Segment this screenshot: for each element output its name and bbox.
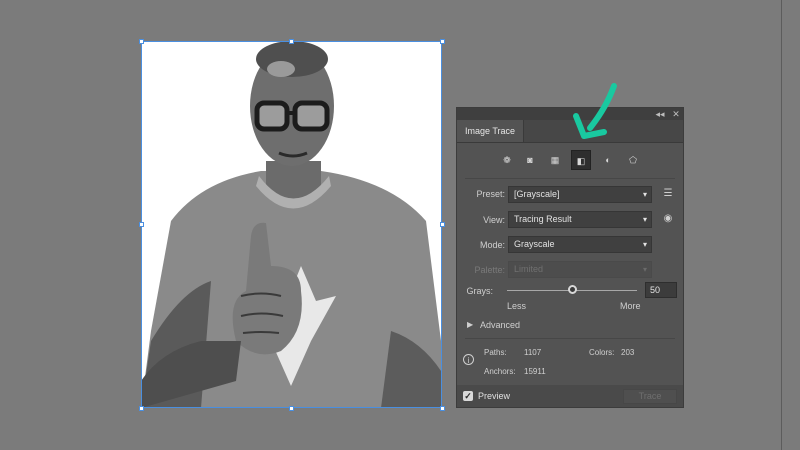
chevron-down-icon: ▾ [642,215,647,224]
mode-dropdown[interactable]: Grayscale ▾ [508,236,652,253]
outline-icon[interactable]: ⬠ [623,150,643,170]
grays-slider-thumb[interactable] [568,285,577,294]
palette-label: Palette: [474,265,505,275]
preset-label: Preset: [476,189,505,199]
divider [465,178,675,179]
view-value: Tracing Result [514,214,572,224]
mode-value: Grayscale [514,239,555,249]
view-label: View: [483,215,505,225]
grays-min-label: Less [507,301,527,311]
preset-value: [Grayscale] [514,189,560,199]
anchors-label: Anchors: [484,367,516,376]
annotation-arrow-icon [573,83,617,139]
paths-value: 1107 [524,348,542,357]
preview-label: Preview [478,391,511,401]
divider [465,338,675,339]
preview-checkbox[interactable]: ✓ [463,391,473,401]
colors-label: Colors: [589,348,615,357]
image-trace-panel: ◂◂ ✕ Image Trace ❁ ◙ ▦ ◧ ◐ ⬠ Preset: [Gr… [456,107,684,408]
preset-icon-row: ❁ ◙ ▦ ◧ ◐ ⬠ [457,150,683,172]
low-color-icon[interactable]: ▦ [545,150,565,170]
traced-image[interactable] [141,41,442,408]
resize-handle-left[interactable] [139,222,144,227]
chevron-down-icon: ▾ [642,265,647,274]
close-panel-icon[interactable]: ✕ [669,108,683,120]
resize-handle-bottom[interactable] [289,406,294,411]
panel-footer: ✓ Preview Trace [457,385,683,407]
info-icon: i [463,354,474,365]
advanced-toggle[interactable]: Advanced [480,320,520,330]
mode-label: Mode: [479,240,505,250]
grays-max-label: More [620,301,641,311]
collapse-panel-icon[interactable]: ◂◂ [653,108,667,120]
resize-handle-right[interactable] [440,222,445,227]
resize-handle-top[interactable] [289,39,294,44]
eye-icon[interactable]: ◉ [661,212,675,226]
resize-handle-bottom-right[interactable] [440,406,445,411]
artboard-edge [781,0,782,450]
high-color-icon[interactable]: ◙ [520,150,540,170]
palette-dropdown[interactable]: Limited ▾ [508,261,652,278]
triangle-right-icon[interactable]: ▶ [467,320,473,329]
resize-handle-bottom-left[interactable] [139,406,144,411]
resize-handle-top-left[interactable] [139,39,144,44]
trace-button[interactable]: Trace [623,389,677,404]
view-dropdown[interactable]: Tracing Result ▾ [508,211,652,228]
preset-manager-icon[interactable]: ☰ [661,187,675,201]
paths-label: Paths: [484,348,507,357]
resize-handle-top-right[interactable] [440,39,445,44]
grays-label: Grays: [466,286,493,296]
auto-color-icon[interactable]: ❁ [497,150,517,170]
chevron-down-icon: ▾ [642,240,647,249]
anchors-value: 15911 [524,367,546,376]
palette-value: Limited [514,264,544,274]
grays-value-field[interactable]: 50 [645,282,677,298]
colors-value: 203 [621,348,635,357]
black-and-white-icon[interactable]: ◐ [598,150,618,170]
traced-portrait [141,41,442,408]
chevron-down-icon: ▾ [642,190,647,199]
preset-dropdown[interactable]: [Grayscale] ▾ [508,186,652,203]
tab-image-trace[interactable]: Image Trace [457,120,524,142]
grayscale-icon[interactable]: ◧ [571,150,591,170]
